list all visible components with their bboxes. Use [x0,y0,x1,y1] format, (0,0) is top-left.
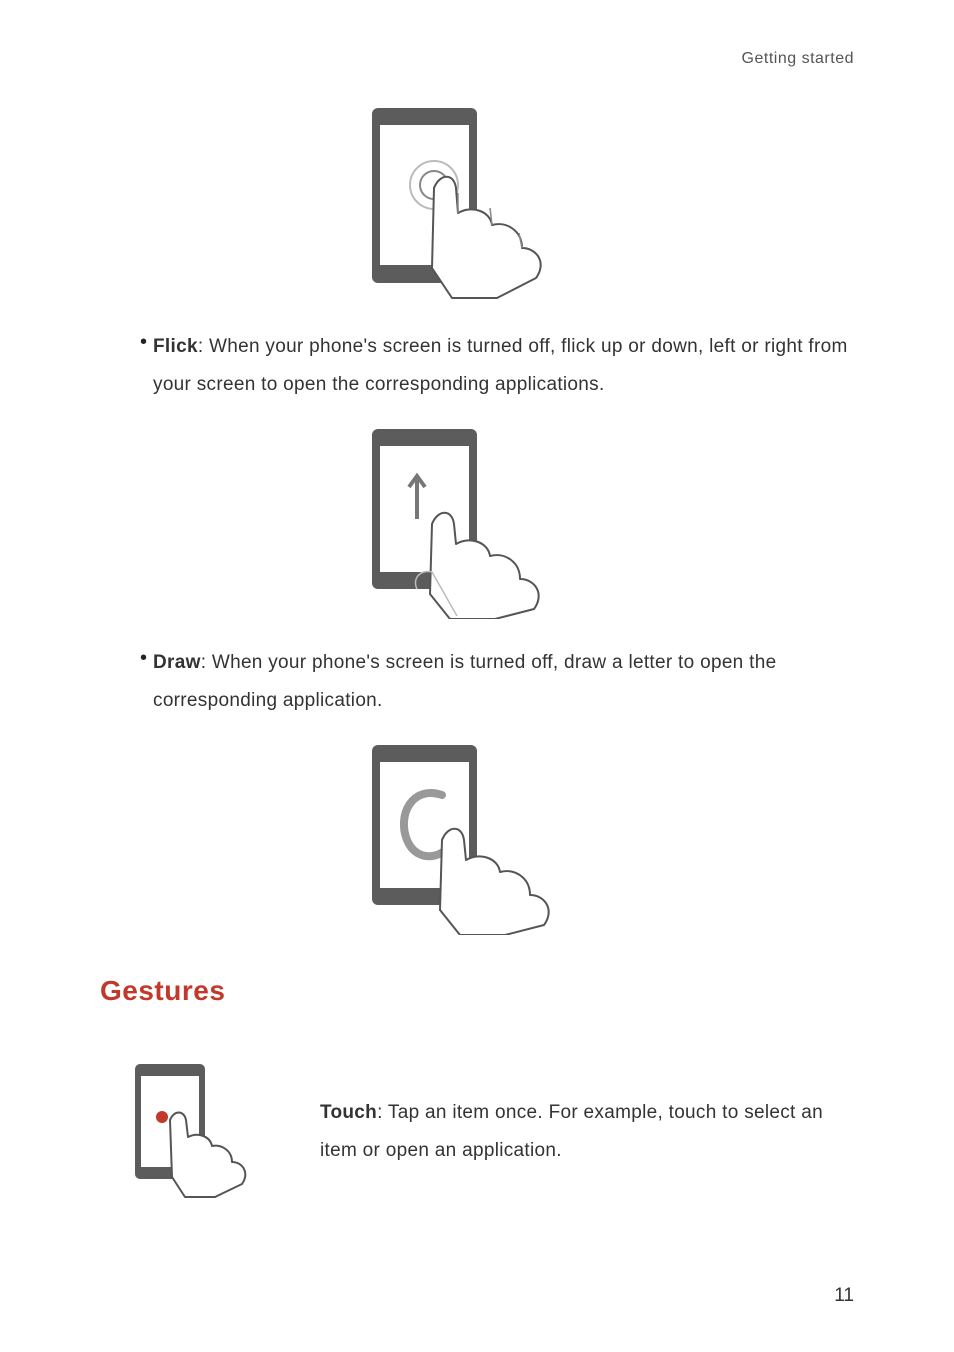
page-header: Getting started [100,50,854,68]
touch-illustration [130,1062,290,1202]
flick-bullet-item: • Flick: When your phone's screen is tur… [140,328,854,404]
touch-text: : Tap an item once. For example, touch t… [320,1102,823,1161]
page-number: 11 [834,1285,854,1307]
touch-gesture-icon [130,1062,290,1202]
draw-label: Draw [153,652,201,673]
bullet-icon: • [140,644,147,720]
flick-text: : When your phone's screen is turned off… [153,336,848,395]
double-tap-gesture-icon [362,103,592,303]
draw-gesture-icon [362,740,592,935]
touch-gesture-row: Touch: Tap an item once. For example, to… [130,1062,854,1202]
draw-bullet-item: • Draw: When your phone's screen is turn… [140,644,854,720]
gestures-section-title: Gestures [100,975,854,1007]
flick-gesture-icon [362,424,592,619]
bullet-icon: • [140,328,147,404]
draw-text: : When your phone's screen is turned off… [153,652,776,711]
draw-illustration [100,740,854,935]
touch-label: Touch [320,1102,377,1123]
flick-label: Flick [153,336,198,357]
flick-illustration [100,424,854,619]
double-tap-illustration [100,103,854,303]
